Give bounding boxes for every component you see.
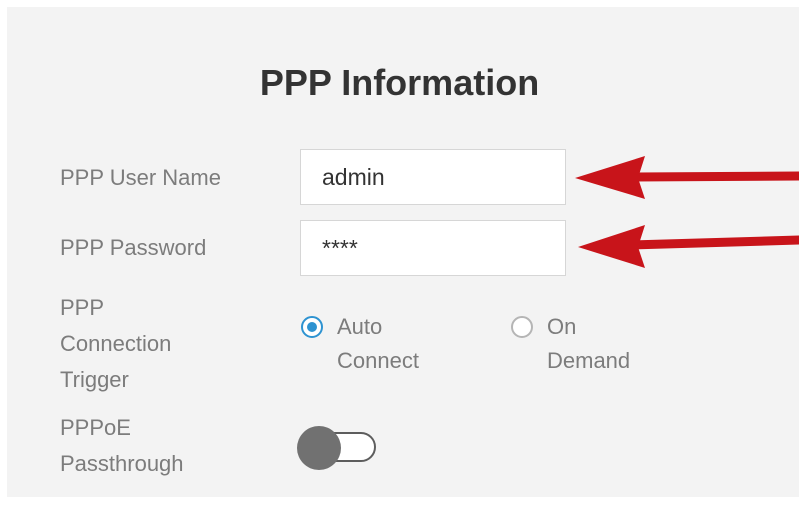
arrow-to-password-icon — [578, 225, 799, 268]
annotation-arrows — [575, 156, 799, 268]
arrow-to-username-icon — [575, 156, 799, 199]
